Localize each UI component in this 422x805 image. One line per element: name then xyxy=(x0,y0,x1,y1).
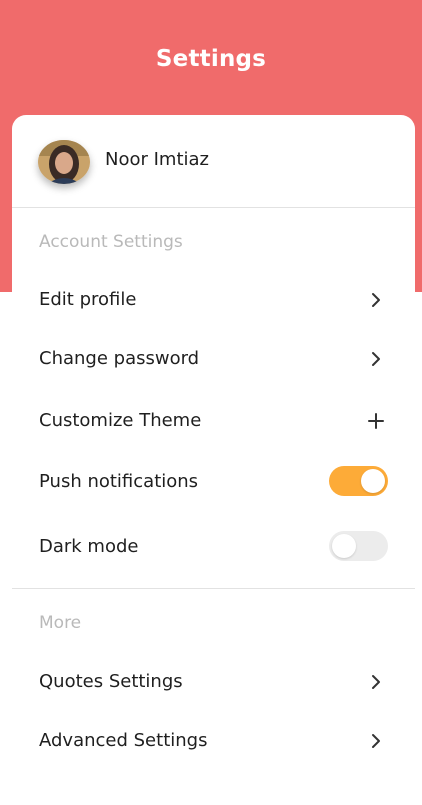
row-label: Customize Theme xyxy=(39,410,202,431)
divider xyxy=(12,207,415,208)
change-password-row[interactable]: Change password xyxy=(12,339,415,379)
row-label: Push notifications xyxy=(39,471,199,492)
settings-card: Noor Imtiaz Account Settings Edit profil… xyxy=(12,115,415,805)
row-label: Advanced Settings xyxy=(39,730,208,751)
chevron-right-icon xyxy=(372,352,380,366)
chevron-right-icon xyxy=(372,293,380,307)
quotes-settings-row[interactable]: Quotes Settings xyxy=(12,662,415,702)
chevron-right-icon xyxy=(372,734,380,748)
push-notifications-row: Push notifications xyxy=(12,462,415,502)
divider xyxy=(12,588,415,589)
edit-profile-row[interactable]: Edit profile xyxy=(12,280,415,320)
dark-mode-row: Dark mode xyxy=(12,527,415,567)
chevron-right-icon xyxy=(372,675,380,689)
profile-name: Noor Imtiaz xyxy=(105,149,209,170)
push-notifications-toggle[interactable] xyxy=(329,466,388,496)
advanced-settings-row[interactable]: Advanced Settings xyxy=(12,721,415,761)
row-label: Edit profile xyxy=(39,289,137,310)
dark-mode-toggle[interactable] xyxy=(329,531,388,561)
section-title-more: More xyxy=(39,613,82,633)
plus-icon xyxy=(368,413,384,429)
toggle-knob xyxy=(361,469,385,493)
row-label: Change password xyxy=(39,348,200,369)
toggle-knob xyxy=(332,534,356,558)
row-label: Dark mode xyxy=(39,536,139,557)
profile-row[interactable]: Noor Imtiaz xyxy=(12,115,415,207)
avatar[interactable] xyxy=(38,140,90,184)
page-title: Settings xyxy=(155,46,267,72)
row-label: Quotes Settings xyxy=(39,671,183,692)
section-title-account: Account Settings xyxy=(39,232,183,252)
customize-theme-row[interactable]: Customize Theme xyxy=(12,401,415,441)
